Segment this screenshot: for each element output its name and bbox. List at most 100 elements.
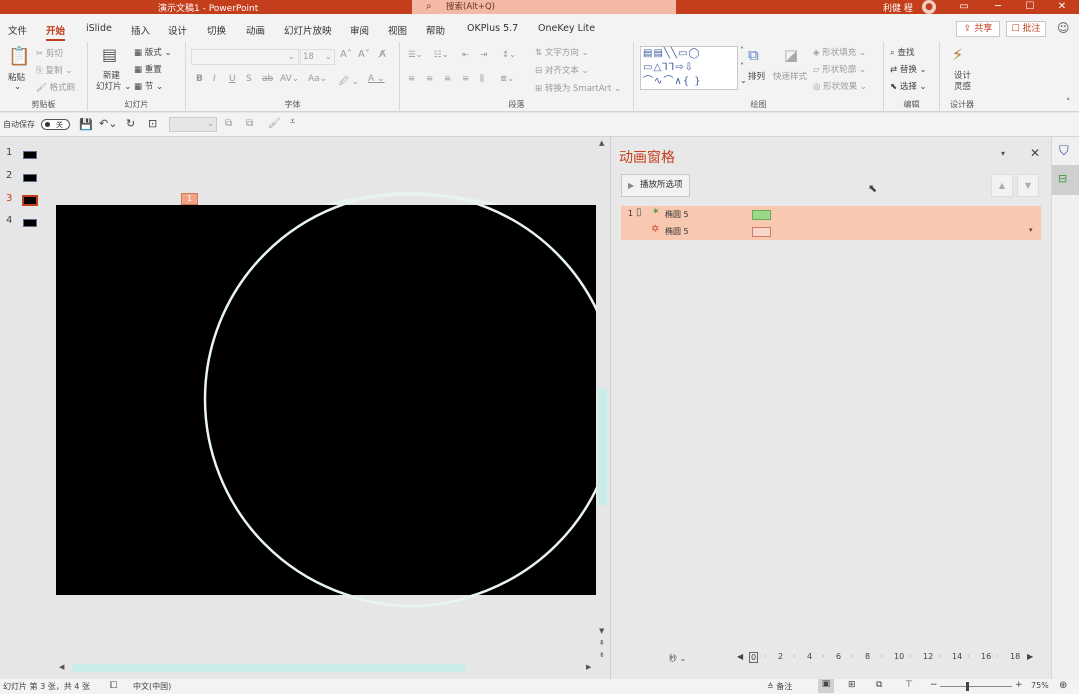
animation-item-2[interactable]: ✡ 椭圆 5 ▾ [621, 223, 1041, 240]
tab-transitions[interactable]: 切换 [207, 23, 226, 37]
increase-indent-button[interactable]: ⇥ [480, 50, 487, 60]
bold-button[interactable]: B [196, 74, 203, 84]
shape-fill-button[interactable]: ◈ 形状填充 ⌄ [813, 46, 866, 58]
zoom-out-button[interactable]: − [930, 680, 938, 690]
select-button[interactable]: ⬉ 选择 ⌄ [890, 80, 927, 92]
tab-design[interactable]: 设计 [168, 23, 187, 37]
italic-button[interactable]: I [213, 74, 216, 84]
new-slide-button-line2[interactable]: 幻灯片 ⌄ [96, 80, 131, 92]
maximize-button[interactable]: ☐ [1013, 0, 1047, 14]
user-name[interactable]: 利健 程 [883, 1, 913, 14]
item-menu-dropdown-icon[interactable]: ▾ [1029, 226, 1033, 234]
move-earlier-button[interactable]: ▲ [991, 174, 1013, 197]
clear-formatting-icon[interactable]: A̸ [379, 49, 386, 60]
numbering-button[interactable]: ☷⌄ [434, 50, 449, 60]
design-ideas-button-line2[interactable]: 灵感 [954, 80, 971, 92]
text-direction-button[interactable]: ⇅ 文字方向 ⌄ [535, 46, 589, 58]
slide-thumbnail[interactable] [23, 219, 37, 227]
paste-icon[interactable]: 📋 [8, 46, 30, 67]
ellipse-5-shape[interactable] [203, 191, 597, 607]
align-distributed-button[interactable]: ≣⌄ [500, 74, 514, 84]
change-case-button[interactable]: Aa⌄ [308, 74, 327, 84]
horizontal-scroll-thumb[interactable] [72, 664, 465, 672]
qat-tool-2-icon[interactable]: ⧉ [246, 118, 253, 129]
paste-dropdown-icon[interactable]: ⌄ [14, 82, 21, 92]
search-box[interactable]: ⌕ 搜索(Alt+Q) [412, 0, 676, 14]
font-color-button[interactable]: A ⌄ [368, 74, 385, 84]
arrange-button[interactable]: 排列 [748, 70, 765, 82]
line-spacing-button[interactable]: ↕⌄ [502, 50, 516, 60]
avatar[interactable]: ● [922, 0, 936, 14]
gallery-more-icon[interactable]: ⌄ [740, 76, 747, 85]
gallery-scroll-up-icon[interactable]: ˄ [740, 46, 744, 55]
highlight-color-button[interactable]: 🖉 ⌄ [339, 74, 359, 90]
time-unit-menu[interactable]: 秒 ⌄ [669, 653, 686, 664]
minimize-button[interactable]: ─ [981, 0, 1015, 14]
tab-okplus[interactable]: OKPlus 5.7 [467, 23, 518, 34]
animation-pane-toggle[interactable]: ⊟ [1052, 165, 1079, 195]
scroll-right-icon[interactable]: ▶ [586, 663, 591, 671]
gallery-scroll-down-icon[interactable]: ˅ [740, 62, 744, 71]
slide-thumbnail[interactable] [23, 151, 37, 159]
vertical-scroll-thumb[interactable] [598, 388, 607, 505]
copy-button[interactable]: ⎘ 复制 ⌄ [36, 64, 72, 76]
tab-slideshow[interactable]: 幻灯片放映 [284, 23, 332, 37]
tab-help[interactable]: 帮助 [426, 23, 445, 37]
decrease-font-size-button[interactable]: A˅ [358, 49, 370, 60]
redo-icon[interactable]: ↻ [126, 117, 135, 130]
reset-button[interactable]: ▦ 重置 [134, 63, 162, 75]
tab-review[interactable]: 审阅 [350, 23, 369, 37]
font-name-combobox[interactable]: ⌄ [191, 49, 299, 65]
qat-tool-1-icon[interactable]: ⧉ [225, 118, 232, 129]
increase-font-size-button[interactable]: A˄ [340, 49, 352, 60]
font-size-combobox[interactable]: 18 ⌄ [300, 49, 335, 65]
shape-outline-button[interactable]: ▱ 形状轮廓 ⌄ [813, 63, 866, 75]
tab-animations[interactable]: 动画 [246, 23, 265, 37]
layout-button[interactable]: ▦ 版式 ⌄ [134, 46, 172, 58]
cut-button[interactable]: ✂ 剪切 [36, 47, 63, 59]
arrange-icon[interactable]: ⧉ [748, 46, 759, 64]
timeline-ruler[interactable]: ◀ 0 · 2 · 4 · 6 · 8 · 10 · 12 · 14 · 16 · 18 ▶ [737, 651, 1037, 665]
qat-combobox[interactable]: ⌄ [169, 117, 217, 132]
collapse-ribbon-icon[interactable]: ˄ [1066, 98, 1071, 108]
play-selected-button[interactable]: ▶ 播放所选项 [621, 174, 690, 197]
customize-qat-icon[interactable]: ⩡ [290, 117, 295, 127]
feedback-smiley-icon[interactable]: ☺ [1057, 21, 1070, 35]
slideshow-view-icon[interactable]: ⊤ [905, 680, 913, 690]
format-painter-button[interactable]: 🖌 格式刷 [36, 81, 75, 93]
strikethrough-button[interactable]: ab [262, 74, 273, 84]
align-center-button[interactable]: ≡ [426, 74, 433, 84]
timeline-scroll-left-icon[interactable]: ◀ [737, 652, 743, 661]
align-right-button[interactable]: ≡ [444, 74, 451, 84]
qat-format-painter-icon[interactable]: 🖌 [268, 118, 281, 129]
comment-button[interactable]: ☐ 批注 [1006, 21, 1046, 37]
zoom-in-button[interactable]: + [1015, 680, 1023, 690]
columns-button[interactable]: ⫼ [480, 74, 484, 84]
shapes-gallery[interactable]: ▤▤╲╲▭◯ ▭△⅂⅂⇨⇩ ⌒∿⌒∧{ } [640, 46, 738, 90]
zoom-slider[interactable] [940, 686, 1012, 687]
new-slide-icon[interactable]: ▤ [102, 45, 117, 64]
ribbon-display-options-icon[interactable]: ▭ [947, 0, 981, 14]
convert-smartart-button[interactable]: ⊞ 转换为 SmartArt ⌄ [535, 82, 621, 94]
quick-styles-icon[interactable]: ◪ [784, 46, 798, 64]
align-text-button[interactable]: ⊟ 对齐文本 ⌄ [535, 64, 589, 76]
find-button[interactable]: ⌕ 查找 [890, 46, 914, 58]
zoom-slider-knob[interactable] [966, 682, 969, 691]
design-ideas-icon[interactable]: ⚡ [952, 45, 963, 64]
tab-onekey[interactable]: OneKey Lite [538, 23, 595, 34]
shape-effects-button[interactable]: ◎ 形状效果 ⌄ [813, 80, 867, 92]
tab-home[interactable]: 开始 [46, 23, 65, 37]
notes-button[interactable]: ≙ 备注 [767, 681, 792, 692]
save-icon[interactable]: 💾 [79, 118, 93, 131]
tab-insert[interactable]: 插入 [131, 23, 150, 37]
slide-thumbnail-selected[interactable] [22, 195, 38, 206]
slide-thumbnail[interactable] [23, 174, 37, 182]
scroll-left-icon[interactable]: ◀ [59, 663, 64, 671]
language-indicator[interactable]: 中文(中国) [133, 681, 171, 692]
autosave-toggle[interactable]: 关 [41, 119, 70, 130]
character-spacing-button[interactable]: AV⌄ [280, 74, 299, 84]
bullets-button[interactable]: ☰⌄ [408, 50, 423, 60]
move-later-button[interactable]: ▼ [1017, 174, 1039, 197]
tab-file[interactable]: 文件 [8, 23, 27, 37]
timeline-scroll-right-icon[interactable]: ▶ [1027, 652, 1033, 661]
